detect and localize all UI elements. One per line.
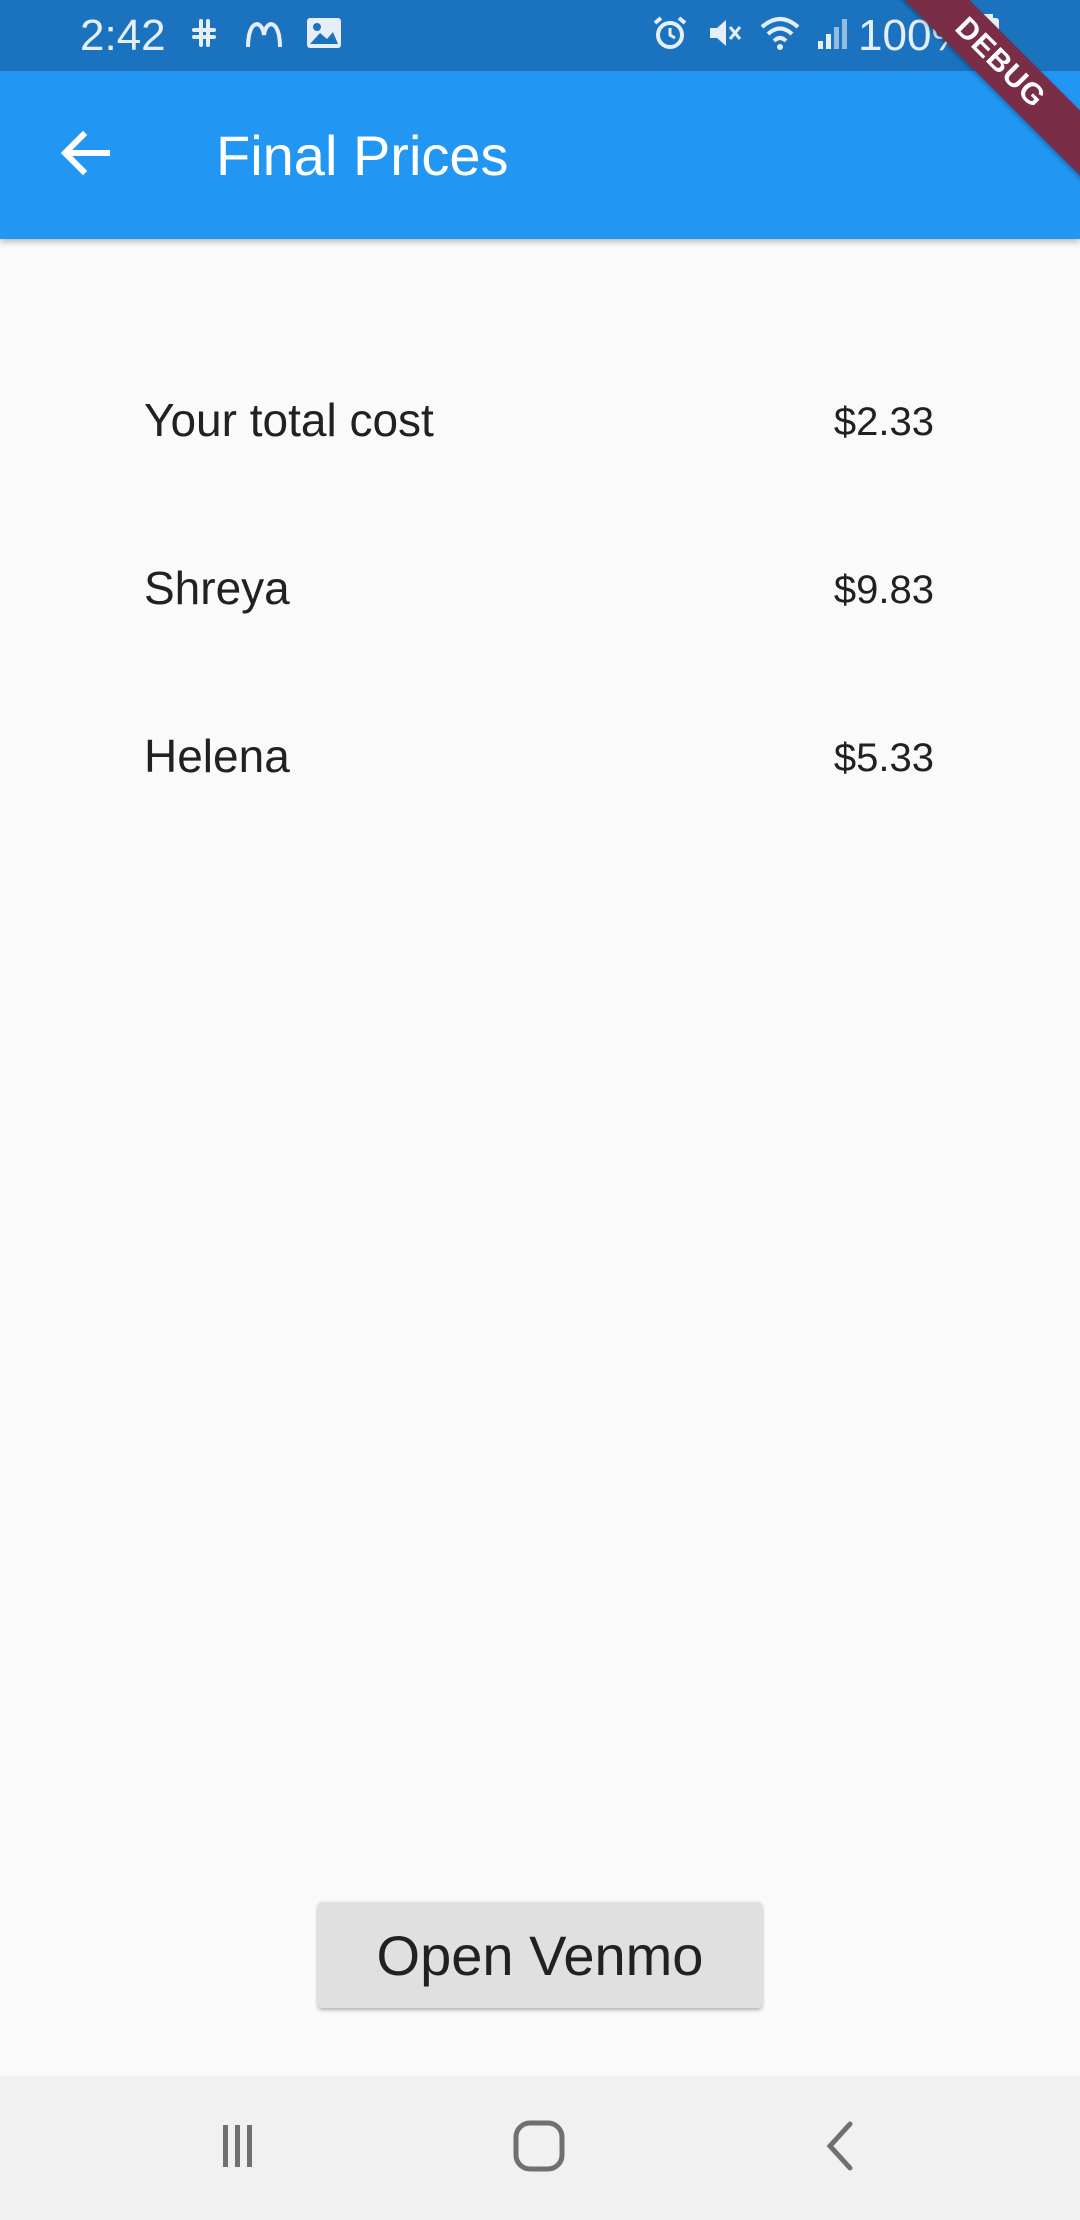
price-name: Helena xyxy=(144,730,290,782)
app-bar: Final Prices xyxy=(0,71,1080,239)
price-row-your-total: Your total cost $2.33 xyxy=(144,364,934,532)
mcdonalds-icon xyxy=(244,13,284,58)
recent-apps-icon xyxy=(213,2121,263,2176)
status-right-icons xyxy=(650,12,852,58)
signal-icon xyxy=(816,13,852,58)
status-left-icons xyxy=(184,12,344,58)
screen: 2:42 100% Final Prices DEBUG Your total … xyxy=(0,0,1080,2220)
price-amount: $2.33 xyxy=(833,400,934,444)
recent-apps-button[interactable] xyxy=(193,2112,283,2184)
status-time: 2:42 xyxy=(80,11,166,60)
price-row-helena: Helena $5.33 xyxy=(144,700,934,868)
back-button[interactable] xyxy=(40,115,130,195)
nav-back-button[interactable] xyxy=(796,2112,886,2184)
open-venmo-button[interactable]: Open Venmo xyxy=(318,1902,762,2008)
alarm-icon xyxy=(650,13,690,58)
price-amount: $9.83 xyxy=(833,568,934,612)
page-title: Final Prices xyxy=(216,124,509,187)
price-amount: $5.33 xyxy=(833,736,934,780)
price-list: Your total cost $2.33 Shreya $9.83 Helen… xyxy=(144,364,934,868)
home-icon xyxy=(511,2118,567,2179)
price-name: Your total cost xyxy=(144,394,434,446)
home-button[interactable] xyxy=(494,2112,584,2184)
arrow-back-icon xyxy=(57,125,113,186)
system-nav-bar xyxy=(0,2076,1080,2220)
price-row-shreya: Shreya $9.83 xyxy=(144,532,934,700)
wifi-icon xyxy=(758,13,802,58)
price-name: Shreya xyxy=(144,562,290,614)
slack-icon xyxy=(184,13,224,58)
back-icon xyxy=(816,2118,866,2179)
mute-icon xyxy=(704,13,744,58)
image-icon xyxy=(304,13,344,58)
